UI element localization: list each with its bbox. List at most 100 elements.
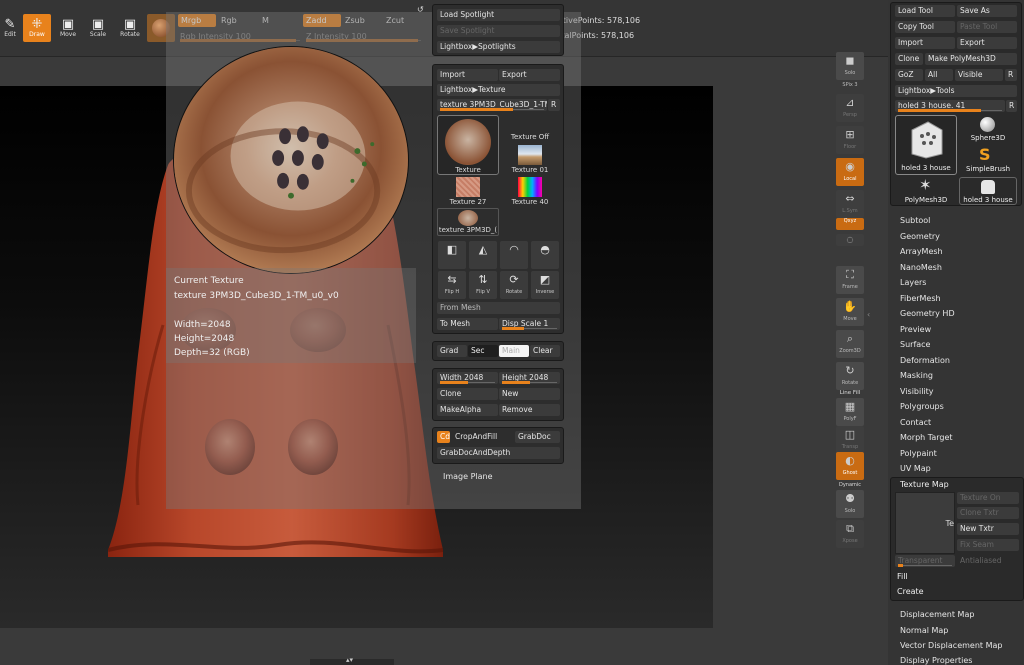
menu-polypaint[interactable]: Polypaint (900, 449, 937, 458)
grad-button[interactable]: Grad (437, 345, 467, 357)
spix-slider[interactable]: SPix 3 (834, 82, 866, 88)
menu-preview[interactable]: Preview (900, 325, 931, 334)
rotate-button[interactable]: ▣ Rotate (116, 14, 144, 42)
menu-texture-map[interactable]: Texture Map (900, 480, 949, 489)
rotate-axis-icon[interactable]: ◌ (836, 234, 864, 246)
grab-doc-button[interactable]: GrabDoc (515, 431, 560, 443)
tool-r2-button[interactable]: R (1006, 100, 1017, 112)
rotate-texture-button[interactable]: ⟳ Rotate (500, 271, 528, 299)
menu-subtool[interactable]: Subtool (900, 216, 930, 225)
menu-visibility[interactable]: Visibility (900, 387, 934, 396)
rotate-view-button[interactable]: ↻ Rotate (836, 362, 864, 390)
transparent-slider[interactable]: Transparent (895, 555, 955, 567)
tool-export-button[interactable]: Export (957, 37, 1017, 49)
secondary-color-swatch[interactable]: Sec (468, 345, 498, 357)
load-tool-button[interactable]: Load Tool (895, 5, 955, 17)
grab-doc-and-depth-button[interactable]: GrabDocAndDepth (437, 447, 560, 459)
move-view-button[interactable]: ✋ Move (836, 298, 864, 326)
persp-button[interactable]: ⊿ Persp (836, 94, 864, 122)
menu-surface[interactable]: Surface (900, 340, 930, 349)
tool-tile-simplebrush[interactable]: S SimpleBrush (959, 145, 1017, 175)
visible-button[interactable]: Visible (955, 69, 1003, 81)
menu-geometry[interactable]: Geometry (900, 232, 940, 241)
solo-button[interactable]: ⚉ Solo (836, 490, 864, 518)
fill-button[interactable]: Fill (897, 572, 908, 581)
current-texture-slider[interactable]: texture 3PM3D_Cube3D_1-TM (437, 99, 547, 111)
tool-tile-holed-house-small[interactable]: holed 3 house (959, 177, 1017, 205)
cd-toggle[interactable]: Cd (437, 431, 450, 443)
image-plane-menu[interactable]: Image Plane (443, 472, 493, 481)
lightbox-texture-button[interactable]: Lightbox▶Texture (437, 84, 560, 96)
save-as-button[interactable]: Save As (957, 5, 1017, 17)
texture-off-button[interactable]: Texture Off (505, 133, 555, 145)
tool-r-button[interactable]: R (1005, 69, 1017, 81)
texture-thumb-01[interactable]: Texture 01 (505, 145, 555, 175)
texture-thumb-3pm3d[interactable]: texture 3PM3D_( (437, 208, 499, 236)
clone-txtr-button[interactable]: Clone Txtr (957, 507, 1019, 519)
save-spotlight-button[interactable]: Save Spotlight (437, 25, 560, 37)
lightbox-spotlights-button[interactable]: Lightbox▶Spotlights (437, 41, 560, 53)
main-color-swatch[interactable]: Main (499, 345, 529, 357)
texture-thumb-40[interactable]: Texture 40 (505, 177, 555, 207)
texture-thumb-current[interactable]: Texture (437, 115, 499, 175)
make-polymesh-button[interactable]: Make PolyMesh3D (925, 53, 1017, 65)
clear-button[interactable]: Clear (530, 345, 560, 357)
tool-tile-holed-house[interactable]: holed 3 house (895, 115, 957, 175)
texture-map-preview[interactable]: Te (895, 492, 955, 554)
flip-h-button[interactable]: ⇆ Flip H (438, 271, 466, 299)
crop-and-fill-button[interactable]: CropAndFill (452, 431, 513, 443)
texture-export-button[interactable]: Export (499, 69, 560, 81)
paste-tool-button[interactable]: Paste Tool (957, 21, 1017, 33)
menu-morph-target[interactable]: Morph Target (900, 433, 953, 442)
menu-vector-displacement-map[interactable]: Vector Displacement Map (900, 641, 1002, 650)
tool-clone-button[interactable]: Clone (895, 53, 923, 65)
new-texture-button[interactable]: New (499, 388, 560, 400)
edit-button[interactable]: ✎ Edit (0, 14, 24, 42)
ghost-button[interactable]: ◐ Ghost (836, 452, 864, 480)
transp-button[interactable]: ◫ Transp (836, 426, 864, 454)
tool-import-button[interactable]: Import (895, 37, 955, 49)
current-tool-slider[interactable]: holed 3 house. 41 (895, 100, 1005, 112)
tool-tile-polymesh3d[interactable]: ✶ PolyMesh3D (895, 176, 957, 205)
height-slider[interactable]: Height 2048 (499, 372, 560, 384)
menu-arraymesh[interactable]: ArrayMesh (900, 247, 943, 256)
menu-display-properties[interactable]: Display Properties (900, 656, 972, 665)
zoom3d-button[interactable]: ⌕ Zoom3D (836, 330, 864, 358)
bottom-tray-handle[interactable]: ▴▾ (310, 656, 394, 665)
menu-nanomesh[interactable]: NanoMesh (900, 263, 942, 272)
create-button[interactable]: Create (897, 587, 924, 596)
flip-v-button[interactable]: ⇅ Flip V (469, 271, 497, 299)
goz-button[interactable]: GoZ (895, 69, 923, 81)
collapse-arrow-icon[interactable]: ‹ (867, 310, 871, 320)
from-mesh-button[interactable]: From Mesh (437, 302, 560, 314)
menu-contact[interactable]: Contact (900, 418, 931, 427)
xyz-button[interactable]: Qxyz (836, 218, 864, 230)
menu-normal-map[interactable]: Normal Map (900, 626, 948, 635)
menu-layers[interactable]: Layers (900, 278, 926, 287)
antialiased-button[interactable]: Antialiased (957, 555, 1019, 567)
scale-button[interactable]: ▣ Scale (84, 14, 112, 42)
texture-on-button[interactable]: Texture On (957, 492, 1019, 504)
xpose-button[interactable]: ⧉ Xpose (836, 520, 864, 548)
load-spotlight-button[interactable]: Load Spotlight (437, 9, 560, 21)
texture-import-button[interactable]: Import (437, 69, 498, 81)
inverse-button[interactable]: ◩ Inverse (531, 271, 559, 299)
disp-scale-slider[interactable]: Disp Scale 1 (499, 318, 560, 330)
polyf-button[interactable]: ▦ PolyF (836, 398, 864, 426)
flip-h-small-icon[interactable]: ◧ (438, 241, 466, 269)
menu-uv-map[interactable]: UV Map (900, 464, 931, 473)
floor-button[interactable]: ⊞ Floor (836, 126, 864, 154)
menu-polygroups[interactable]: Polygroups (900, 402, 944, 411)
texture-r-button[interactable]: R (548, 99, 560, 111)
menu-masking[interactable]: Masking (900, 371, 933, 380)
remove-texture-button[interactable]: Remove (499, 404, 560, 416)
brightness-icon[interactable]: ◓ (531, 241, 559, 269)
frame-button[interactable]: ⛶ Frame (836, 266, 864, 294)
menu-geometry-hd[interactable]: Geometry HD (900, 309, 955, 318)
lightbox-tools-button[interactable]: Lightbox▶Tools (895, 85, 1017, 97)
move-button[interactable]: ▣ Move (54, 14, 82, 42)
on-off-icon[interactable]: ◠ (500, 241, 528, 269)
tool-tile-sphere3d[interactable]: Sphere3D (959, 115, 1017, 143)
copy-tool-button[interactable]: Copy Tool (895, 21, 955, 33)
width-slider[interactable]: Width 2048 (437, 372, 498, 384)
